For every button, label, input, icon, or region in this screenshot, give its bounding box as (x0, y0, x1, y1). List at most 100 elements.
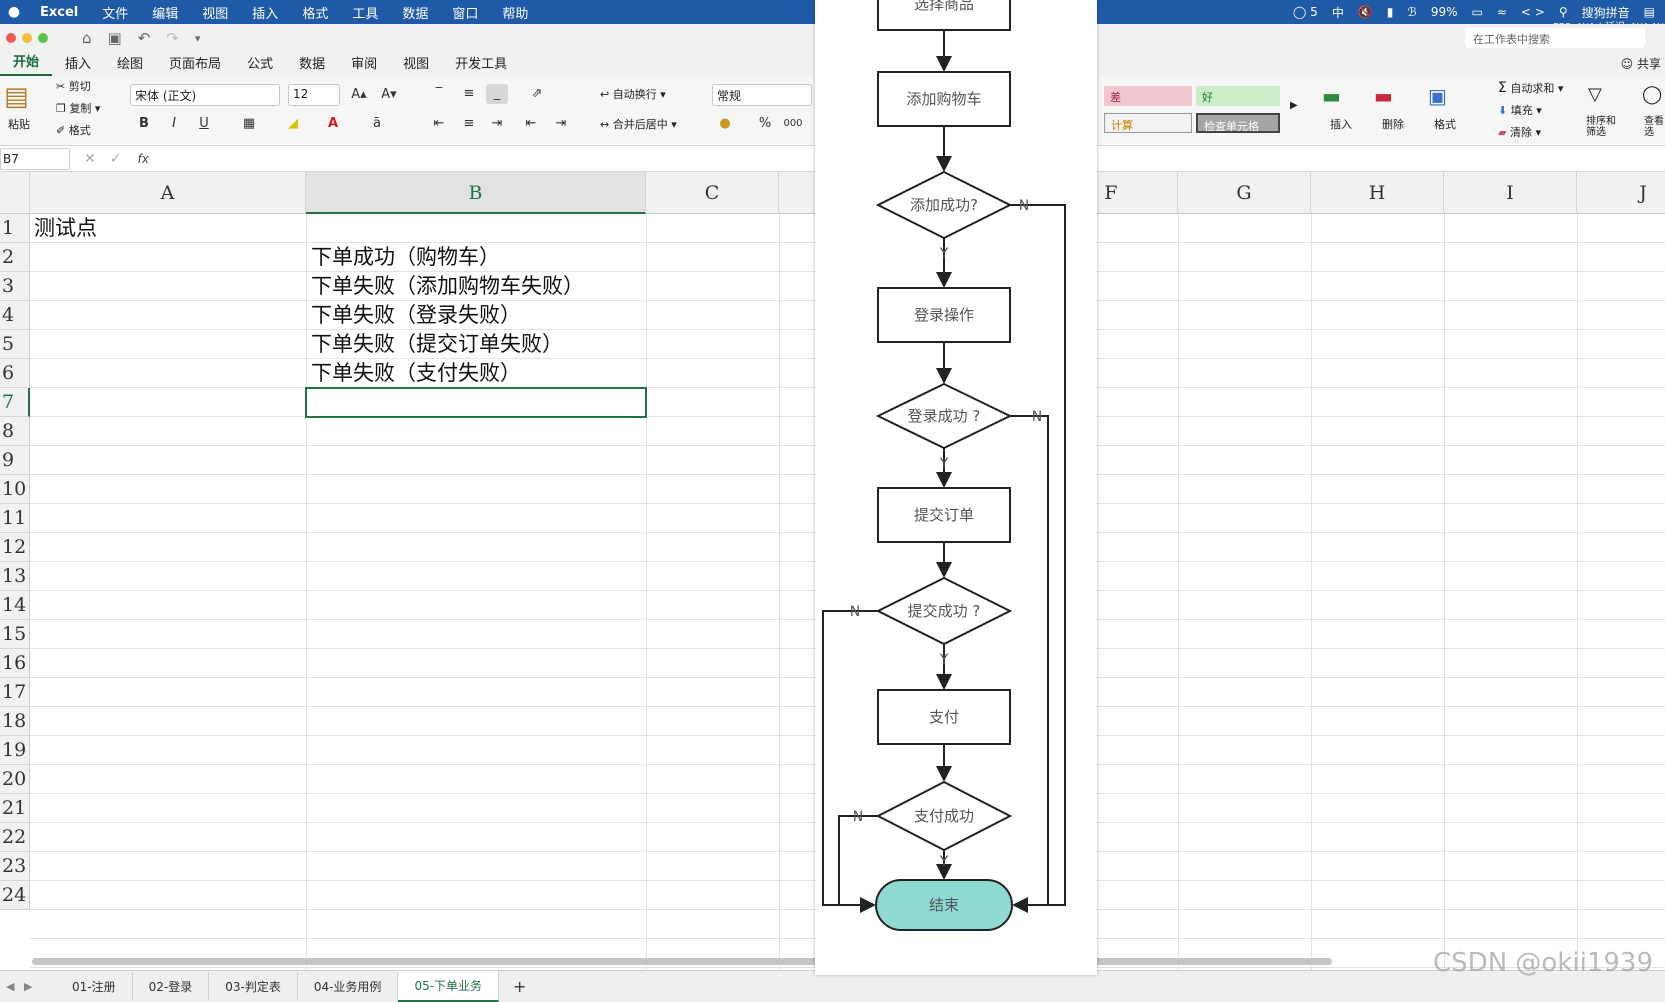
insert-cells-button[interactable]: 插入 (1330, 116, 1352, 132)
font-size-select[interactable]: 12 (288, 84, 340, 106)
row-header-13[interactable]: 13 (0, 562, 30, 591)
tab-draw[interactable]: 绘图 (104, 50, 156, 76)
column-header-c[interactable]: C (646, 172, 779, 214)
battery-level[interactable]: 99% (1431, 5, 1458, 19)
delete-cells-icon[interactable]: ▬ (1374, 84, 1393, 108)
menu-view[interactable]: 视图 (190, 3, 240, 22)
style-calculation[interactable]: 计算 (1104, 113, 1192, 133)
selected-cell-b7[interactable] (305, 387, 647, 418)
underline-button[interactable]: U (193, 114, 215, 134)
confirm-entry-icon[interactable]: ✓ (110, 151, 122, 167)
row-header-4[interactable]: 4 (0, 301, 30, 330)
find-icon[interactable]: ◯ (1642, 84, 1662, 105)
redo-icon[interactable]: ↷ (166, 29, 179, 47)
wifi-icon[interactable]: ≈ (1497, 5, 1507, 19)
row-header-5[interactable]: 5 (0, 330, 30, 359)
copy-button[interactable]: ❐ 复制 ▾ (56, 100, 100, 116)
row-header-24[interactable]: 24 (0, 881, 30, 910)
sheet-tab-03[interactable]: 03-判定表 (209, 972, 298, 1001)
row-header-9[interactable]: 9 (0, 446, 30, 475)
cell-b6[interactable]: 下单失败（支付失败） (311, 359, 521, 388)
name-box[interactable]: B7 (0, 147, 70, 170)
fill-color-icon[interactable]: ◢ (282, 114, 304, 134)
increase-font-size-button[interactable]: A▴ (348, 85, 370, 105)
row-header-14[interactable]: 14 (0, 591, 30, 620)
row-header-15[interactable]: 15 (0, 620, 30, 649)
cell-b2[interactable]: 下单成功（购物车） (311, 243, 500, 272)
format-cells-button[interactable]: 格式 (1434, 116, 1456, 132)
phonetic-icon[interactable]: ā (366, 114, 388, 134)
row-header-18[interactable]: 18 (0, 707, 30, 736)
add-sheet-button[interactable]: + (499, 977, 540, 996)
row-header-2[interactable]: 2 (0, 243, 30, 272)
clear-button[interactable]: ▰ 清除 ▾ (1498, 124, 1541, 140)
row-header-12[interactable]: 12 (0, 533, 30, 562)
menu-edit[interactable]: 编辑 (140, 3, 190, 22)
insert-function-button[interactable]: fx (137, 152, 148, 166)
autosum-button[interactable]: Σ 自动求和 ▾ (1498, 80, 1563, 96)
tab-data[interactable]: 数据 (286, 50, 338, 76)
select-all-corner[interactable] (0, 172, 30, 214)
tab-review[interactable]: 审阅 (338, 50, 390, 76)
paste-button[interactable]: 粘贴 (8, 116, 30, 132)
notification-icon[interactable]: ◯ 5 (1293, 5, 1318, 19)
sheet-tab-01[interactable]: 01-注册 (56, 972, 133, 1001)
italic-button[interactable]: I (163, 114, 185, 134)
cell-a1[interactable]: 测试点 (34, 214, 97, 243)
sort-filter-button[interactable]: 排序和 筛选 (1586, 116, 1616, 138)
menu-help[interactable]: 帮助 (490, 3, 540, 22)
bookmark-icon[interactable]: ▮ (1387, 5, 1394, 19)
horizontal-scrollbar[interactable] (32, 958, 1332, 965)
cut-button[interactable]: ✂ 剪切 (56, 78, 91, 94)
menu-tools[interactable]: 工具 (340, 3, 390, 22)
bluetooth-icon[interactable]: ℬ (1407, 5, 1416, 19)
column-header-h[interactable]: H (1311, 172, 1444, 214)
row-header-16[interactable]: 16 (0, 649, 30, 678)
undo-icon[interactable]: ↶ (138, 29, 151, 47)
sheet-tab-04[interactable]: 04-业务用例 (298, 972, 399, 1001)
paste-icon[interactable]: ▤ (4, 82, 29, 112)
tab-view[interactable]: 视图 (390, 50, 442, 76)
align-bottom-icon[interactable]: _ (486, 84, 508, 104)
share-button[interactable]: ☺ 共享 (1621, 55, 1661, 72)
row-header-6[interactable]: 6 (0, 359, 30, 388)
row-header-1[interactable]: 1 (0, 214, 30, 243)
tab-home[interactable]: 开始 (0, 48, 53, 76)
row-header-22[interactable]: 22 (0, 823, 30, 852)
delete-cells-button[interactable]: 删除 (1382, 116, 1404, 132)
align-right-icon[interactable]: ⇥ (486, 114, 508, 134)
insert-cells-icon[interactable]: ▬ (1322, 84, 1341, 108)
column-header-j[interactable]: J (1577, 172, 1665, 214)
row-header-23[interactable]: 23 (0, 852, 30, 881)
borders-icon[interactable]: ▦ (238, 114, 260, 134)
mute-icon[interactable]: 🔇 (1358, 5, 1373, 19)
column-header-a[interactable]: A (30, 172, 306, 214)
number-format-select[interactable]: 常规 (712, 84, 812, 106)
column-header-g[interactable]: G (1178, 172, 1311, 214)
menu-data[interactable]: 数据 (390, 3, 440, 22)
sheet-search-input[interactable]: 在工作表中搜索 (1465, 28, 1645, 48)
input-method-cn[interactable]: 中 (1332, 4, 1344, 21)
format-cells-icon[interactable]: ▣ (1428, 84, 1447, 108)
column-header-i[interactable]: I (1444, 172, 1577, 214)
sort-filter-icon[interactable]: ▽ (1588, 84, 1602, 105)
menu-window[interactable]: 窗口 (440, 3, 490, 22)
fill-button[interactable]: ⬇ 填充 ▾ (1498, 102, 1542, 118)
menu-file[interactable]: 文件 (90, 3, 140, 22)
wrap-text-button[interactable]: ↩ 自动换行 ▾ (600, 86, 666, 102)
cell-b5[interactable]: 下单失败（提交订单失败） (311, 330, 563, 359)
menu-app-excel[interactable]: Excel (28, 5, 90, 20)
minimize-window-button[interactable] (22, 33, 32, 43)
row-header-10[interactable]: 10 (0, 475, 30, 504)
find-select-button[interactable]: 查看 选 (1644, 116, 1664, 138)
align-top-icon[interactable]: ‾ (428, 84, 450, 104)
orientation-icon[interactable]: ⇗ (526, 84, 548, 104)
sheet-tab-02[interactable]: 02-登录 (133, 972, 210, 1001)
row-header-7[interactable]: 7 (0, 388, 30, 417)
styles-more-icon[interactable]: ▶ (1290, 100, 1298, 111)
increase-indent-icon[interactable]: ⇥ (550, 114, 572, 134)
row-header-19[interactable]: 19 (0, 736, 30, 765)
close-window-button[interactable] (6, 33, 16, 43)
align-middle-icon[interactable]: ≡ (458, 84, 480, 104)
align-center-icon[interactable]: ≡ (458, 114, 480, 134)
